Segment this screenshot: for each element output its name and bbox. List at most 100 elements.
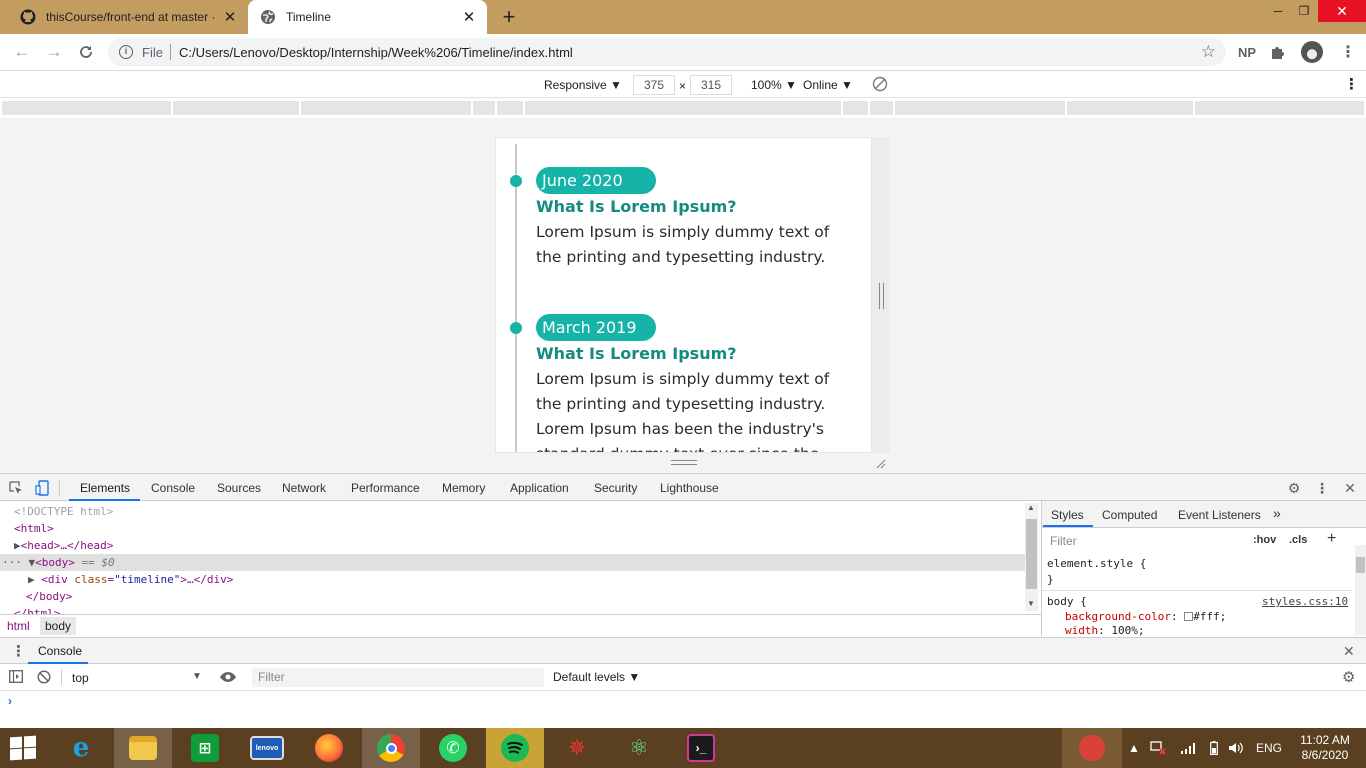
extensions-puzzle-icon[interactable] bbox=[1270, 42, 1286, 62]
more-tabs-chevron-icon[interactable]: » bbox=[1273, 505, 1281, 521]
close-devtools-icon[interactable]: ✕ bbox=[1341, 479, 1359, 497]
media-query-segment[interactable] bbox=[1195, 101, 1364, 115]
firefox-icon[interactable] bbox=[300, 728, 358, 768]
dom-doctype[interactable]: <!DOCTYPE html> bbox=[14, 503, 113, 520]
viewport-width-input[interactable]: 375 bbox=[633, 75, 675, 95]
settings-gear-icon[interactable]: ⚙ bbox=[1285, 479, 1303, 497]
zoom-select[interactable]: 100% ▼ bbox=[751, 78, 797, 92]
scroll-up-arrow-icon[interactable]: ▲ bbox=[1027, 503, 1035, 512]
styles-filter-input[interactable]: Filter bbox=[1046, 531, 1242, 551]
breadcrumb-html[interactable]: html bbox=[7, 619, 30, 633]
show-hidden-icons-chevron-icon[interactable]: ▲ bbox=[1126, 728, 1142, 768]
tab-elements[interactable]: Elements bbox=[80, 481, 130, 495]
scrollbar-thumb[interactable] bbox=[1356, 557, 1365, 573]
dom-head-node[interactable]: ▶<head>…</head> bbox=[14, 537, 113, 554]
back-arrow-icon[interactable]: ← bbox=[11, 41, 33, 63]
breadcrumb-body[interactable]: body bbox=[40, 617, 77, 635]
drawer-tab-console[interactable]: Console bbox=[38, 644, 82, 658]
class-toggle[interactable]: .cls bbox=[1289, 534, 1307, 546]
media-query-segment[interactable] bbox=[525, 101, 841, 115]
resize-handle-right[interactable] bbox=[879, 283, 884, 309]
scrollbar-thumb[interactable] bbox=[1026, 519, 1037, 589]
devtools-more-icon[interactable]: ⋮ bbox=[1313, 479, 1331, 497]
notification-app-tray[interactable] bbox=[1062, 728, 1122, 768]
styles-scrollbar[interactable] bbox=[1355, 545, 1366, 635]
reload-icon[interactable] bbox=[75, 41, 97, 63]
css-declaration[interactable]: width: 100%; bbox=[1065, 624, 1145, 636]
lenovo-vantage-icon[interactable]: lenovo bbox=[238, 728, 296, 768]
tab-styles[interactable]: Styles bbox=[1051, 508, 1084, 522]
console-prompt[interactable]: › bbox=[8, 694, 12, 708]
sidebar-toggle-icon[interactable] bbox=[9, 670, 23, 686]
avatar[interactable] bbox=[1301, 41, 1323, 63]
media-query-segment[interactable] bbox=[301, 101, 471, 115]
media-query-segment[interactable] bbox=[1067, 101, 1193, 115]
body-rule-selector[interactable]: body { bbox=[1047, 595, 1087, 608]
restore-button[interactable]: ❐ bbox=[1290, 0, 1318, 22]
tab-github[interactable]: thisCourse/front-end at master · ✕ bbox=[0, 0, 248, 34]
minimize-button[interactable]: ─ bbox=[1264, 0, 1292, 22]
media-query-segment[interactable] bbox=[473, 101, 495, 115]
media-query-segment[interactable] bbox=[843, 101, 868, 115]
chrome-icon[interactable] bbox=[362, 728, 420, 768]
language-indicator[interactable]: ENG bbox=[1254, 728, 1284, 768]
hover-state-toggle[interactable]: :hov bbox=[1253, 534, 1276, 546]
tab-memory[interactable]: Memory bbox=[442, 481, 485, 495]
log-levels-select[interactable]: Default levels ▼ bbox=[553, 670, 640, 684]
media-query-segment[interactable] bbox=[497, 101, 523, 115]
microsoft-store-icon[interactable]: ⊞ bbox=[176, 728, 234, 768]
network-disconnected-icon[interactable] bbox=[1148, 728, 1168, 768]
tab-security[interactable]: Security bbox=[594, 481, 637, 495]
element-style-rule[interactable]: element.style { bbox=[1047, 557, 1146, 570]
color-swatch-icon[interactable] bbox=[1184, 612, 1194, 621]
profile-initials[interactable]: NP bbox=[1238, 42, 1256, 62]
device-more-icon[interactable]: ⋮ bbox=[1344, 75, 1359, 93]
rotate-disabled-icon[interactable] bbox=[872, 76, 888, 95]
windows-start-icon[interactable] bbox=[10, 735, 38, 761]
url-text[interactable]: C:/Users/Lenovo/Desktop/Internship/Week%… bbox=[179, 45, 573, 60]
device-toolbar-icon[interactable] bbox=[33, 479, 51, 497]
console-settings-gear-icon[interactable]: ⚙ bbox=[1342, 668, 1355, 686]
tab-event-listeners[interactable]: Event Listeners bbox=[1178, 508, 1261, 522]
dom-body-node-selected[interactable]: ··· ▼<body> == $0 bbox=[0, 554, 1025, 571]
new-rule-plus-icon[interactable]: + bbox=[1327, 530, 1336, 548]
context-dropdown-icon[interactable]: ▼ bbox=[192, 671, 202, 682]
media-query-segment[interactable] bbox=[895, 101, 1065, 115]
address-bar[interactable]: i File C:/Users/Lenovo/Desktop/Internshi… bbox=[108, 38, 1226, 66]
new-tab-button[interactable]: + bbox=[499, 6, 519, 28]
eye-icon[interactable] bbox=[219, 670, 237, 687]
dom-html-open[interactable]: <html> bbox=[14, 520, 54, 537]
tab-computed[interactable]: Computed bbox=[1102, 508, 1157, 522]
taskbar-clock[interactable]: 11:02 AM 8/6/2020 bbox=[1290, 733, 1360, 763]
expand-triangle-icon[interactable]: ▶ bbox=[28, 573, 41, 586]
close-drawer-icon[interactable]: ✕ bbox=[1343, 643, 1355, 660]
file-explorer-icon[interactable] bbox=[114, 728, 172, 768]
tab-lighthouse[interactable]: Lighthouse bbox=[660, 481, 719, 495]
clear-console-icon[interactable] bbox=[37, 670, 51, 687]
spotify-icon[interactable] bbox=[486, 728, 544, 768]
tab-network[interactable]: Network bbox=[282, 481, 326, 495]
whatsapp-icon[interactable]: ✆ bbox=[424, 728, 482, 768]
media-query-segment[interactable] bbox=[870, 101, 893, 115]
signal-bars-icon[interactable] bbox=[1178, 728, 1198, 768]
tab-application[interactable]: Application bbox=[510, 481, 569, 495]
css-declaration[interactable]: background-color: #fff; bbox=[1065, 610, 1226, 623]
drawer-menu-icon[interactable]: ⋮ bbox=[11, 642, 26, 660]
stylesheet-source-link[interactable]: styles.css:10 bbox=[1262, 595, 1348, 608]
expand-triangle-icon[interactable]: ▶ bbox=[14, 539, 21, 552]
spider-app-icon[interactable]: ✵ bbox=[548, 728, 606, 768]
network-throttle-select[interactable]: Online ▼ bbox=[803, 78, 853, 92]
battery-icon[interactable] bbox=[1206, 728, 1222, 768]
forward-arrow-icon[interactable]: → bbox=[43, 41, 65, 63]
media-query-segment[interactable] bbox=[173, 101, 299, 115]
dom-body-close[interactable]: </body> bbox=[26, 588, 72, 605]
tab-sources[interactable]: Sources bbox=[217, 481, 261, 495]
bookmark-star-icon[interactable]: ☆ bbox=[1201, 42, 1216, 62]
dom-ellipsis[interactable]: ··· bbox=[0, 556, 22, 569]
tab-console[interactable]: Console bbox=[151, 481, 195, 495]
terminal-icon[interactable]: ›_ bbox=[672, 728, 730, 768]
resize-handle-bottom[interactable] bbox=[671, 460, 697, 465]
atom-icon[interactable]: ⚛ bbox=[610, 728, 668, 768]
info-icon[interactable]: i bbox=[119, 45, 133, 59]
volume-icon[interactable] bbox=[1226, 728, 1246, 768]
